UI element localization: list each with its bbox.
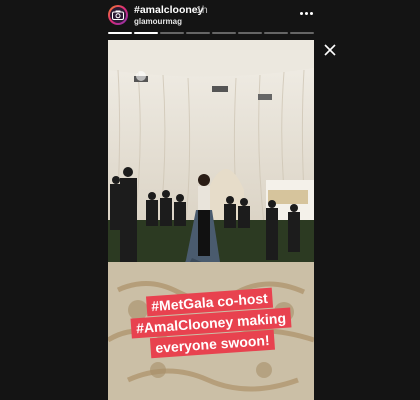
story-account[interactable]: glamourmag	[134, 17, 182, 26]
more-dots-icon[interactable]	[296, 6, 316, 20]
close-icon[interactable]	[322, 42, 338, 58]
story-header: #amalclooney 1h glamourmag	[0, 0, 420, 36]
progress-segment	[212, 32, 236, 34]
story-avatar[interactable]	[108, 5, 128, 25]
story-time: 1h	[196, 4, 208, 16]
progress-segment	[186, 32, 210, 34]
dot	[304, 11, 308, 15]
story-progress-bar	[108, 32, 314, 34]
progress-segment	[108, 32, 132, 34]
dot	[309, 11, 313, 15]
progress-segment	[264, 32, 288, 34]
story-hashtag[interactable]: #amalclooney	[134, 4, 203, 16]
progress-segment	[160, 32, 184, 34]
camera-icon	[110, 7, 126, 23]
progress-segment	[134, 32, 158, 34]
dot	[299, 11, 303, 15]
progress-segment	[290, 32, 314, 34]
progress-segment	[238, 32, 262, 34]
